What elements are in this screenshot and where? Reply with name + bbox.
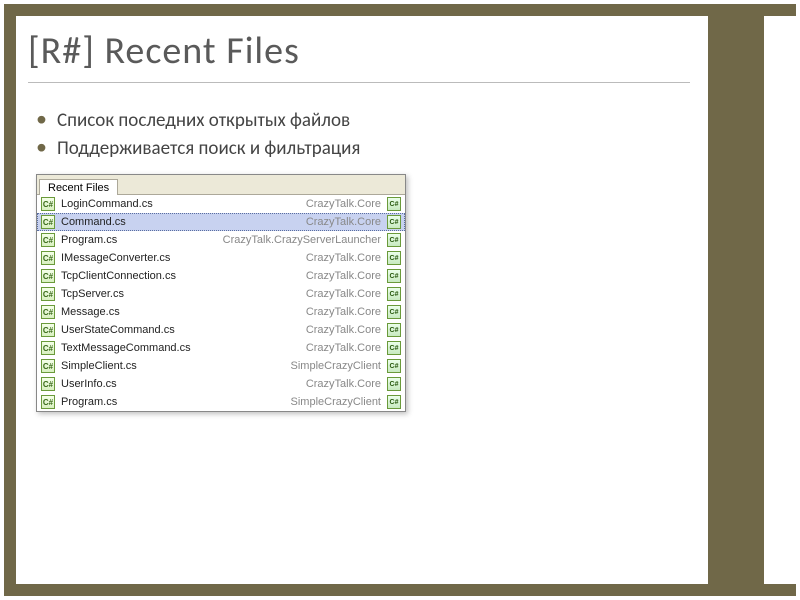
file-row[interactable]: C# TextMessageCommand.cs CrazyTalk.Core C# [37,339,405,357]
file-name: Command.cs [61,216,300,228]
csharp-project-icon: C# [387,323,401,337]
file-row[interactable]: C# Program.cs SimpleCrazyClient C# [37,393,405,411]
file-name: Message.cs [61,306,300,318]
title-underline [28,82,690,83]
csharp-file-icon: C# [41,197,55,211]
project-name: CrazyTalk.Core [306,216,381,228]
csharp-project-icon: C# [387,251,401,265]
csharp-project-icon: C# [387,269,401,283]
csharp-file-icon: C# [41,269,55,283]
csharp-project-icon: C# [387,359,401,373]
csharp-file-icon: C# [41,323,55,337]
project-name: CrazyTalk.Core [306,378,381,390]
file-row[interactable]: C# Program.cs CrazyTalk.CrazyServerLaunche… [37,231,405,249]
project-name: SimpleCrazyClient [291,360,381,372]
file-name: UserInfo.cs [61,378,300,390]
csharp-project-icon: C# [387,215,401,229]
file-name: TextMessageCommand.cs [61,342,300,354]
csharp-file-icon: C# [41,305,55,319]
file-row[interactable]: C# UserStateCommand.cs CrazyTalk.Core C# [37,321,405,339]
csharp-project-icon: C# [387,305,401,319]
file-row[interactable]: C# TcpServer.cs CrazyTalk.Core C# [37,285,405,303]
project-name: SimpleCrazyClient [291,396,381,408]
file-name: UserStateCommand.cs [61,324,300,336]
csharp-file-icon: C# [41,215,55,229]
project-name: CrazyTalk.Core [306,198,381,210]
file-row[interactable]: C# LoginCommand.cs CrazyTalk.Core C# [37,195,405,213]
csharp-file-icon: C# [41,251,55,265]
slide-content: [R#] Recent Files Список последних откры… [28,28,690,572]
project-name: CrazyTalk.Core [306,342,381,354]
project-name: CrazyTalk.Core [306,252,381,264]
csharp-project-icon: C# [387,287,401,301]
file-name: TcpServer.cs [61,288,300,300]
slide-accent-bar [708,4,764,596]
file-name: IMessageConverter.cs [61,252,300,264]
bullet-item: Список последних открытых файлов [36,107,690,135]
slide-border-bottom [4,584,796,596]
file-row[interactable]: C# Command.cs CrazyTalk.Core C# [37,213,405,231]
csharp-project-icon: C# [387,197,401,211]
slide-border-top [4,4,796,16]
file-row[interactable]: C# IMessageConverter.cs CrazyTalk.Core C# [37,249,405,267]
project-name: CrazyTalk.CrazyServerLauncher [223,234,381,246]
slide-border-left [4,4,16,596]
file-name: LoginCommand.cs [61,198,300,210]
csharp-file-icon: C# [41,359,55,373]
file-row[interactable]: C# TcpClientConnection.cs CrazyTalk.Core C# [37,267,405,285]
file-name: SimpleClient.cs [61,360,285,372]
csharp-file-icon: C# [41,377,55,391]
file-name: TcpClientConnection.cs [61,270,300,282]
project-name: CrazyTalk.Core [306,324,381,336]
csharp-project-icon: C# [387,233,401,247]
bullet-text: Список последних открытых файлов [57,107,350,135]
slide-title: [R#] Recent Files [28,28,690,74]
recent-files-list: C# LoginCommand.cs CrazyTalk.Core C# C# Comma… [37,195,405,411]
bullet-text: Поддерживается поиск и фильтрация [57,135,360,163]
bullet-list: Список последних открытых файлов Поддерж… [36,107,690,162]
popup-tab-strip: Recent Files [37,175,405,195]
csharp-project-icon: C# [387,377,401,391]
csharp-file-icon: C# [41,395,55,409]
csharp-file-icon: C# [41,287,55,301]
recent-files-popup: Recent Files C# LoginCommand.cs CrazyTalk.… [36,174,406,412]
file-name: Program.cs [61,234,217,246]
bullet-item: Поддерживается поиск и фильтрация [36,135,690,163]
csharp-file-icon: C# [41,233,55,247]
project-name: CrazyTalk.Core [306,306,381,318]
project-name: CrazyTalk.Core [306,270,381,282]
file-name: Program.cs [61,396,285,408]
project-name: CrazyTalk.Core [306,288,381,300]
csharp-project-icon: C# [387,395,401,409]
csharp-project-icon: C# [387,341,401,355]
tab-recent-files[interactable]: Recent Files [39,179,118,195]
file-row[interactable]: C# UserInfo.cs CrazyTalk.Core C# [37,375,405,393]
file-row[interactable]: C# SimpleClient.cs SimpleCrazyClient C# [37,357,405,375]
file-row[interactable]: C# Message.cs CrazyTalk.Core C# [37,303,405,321]
csharp-file-icon: C# [41,341,55,355]
